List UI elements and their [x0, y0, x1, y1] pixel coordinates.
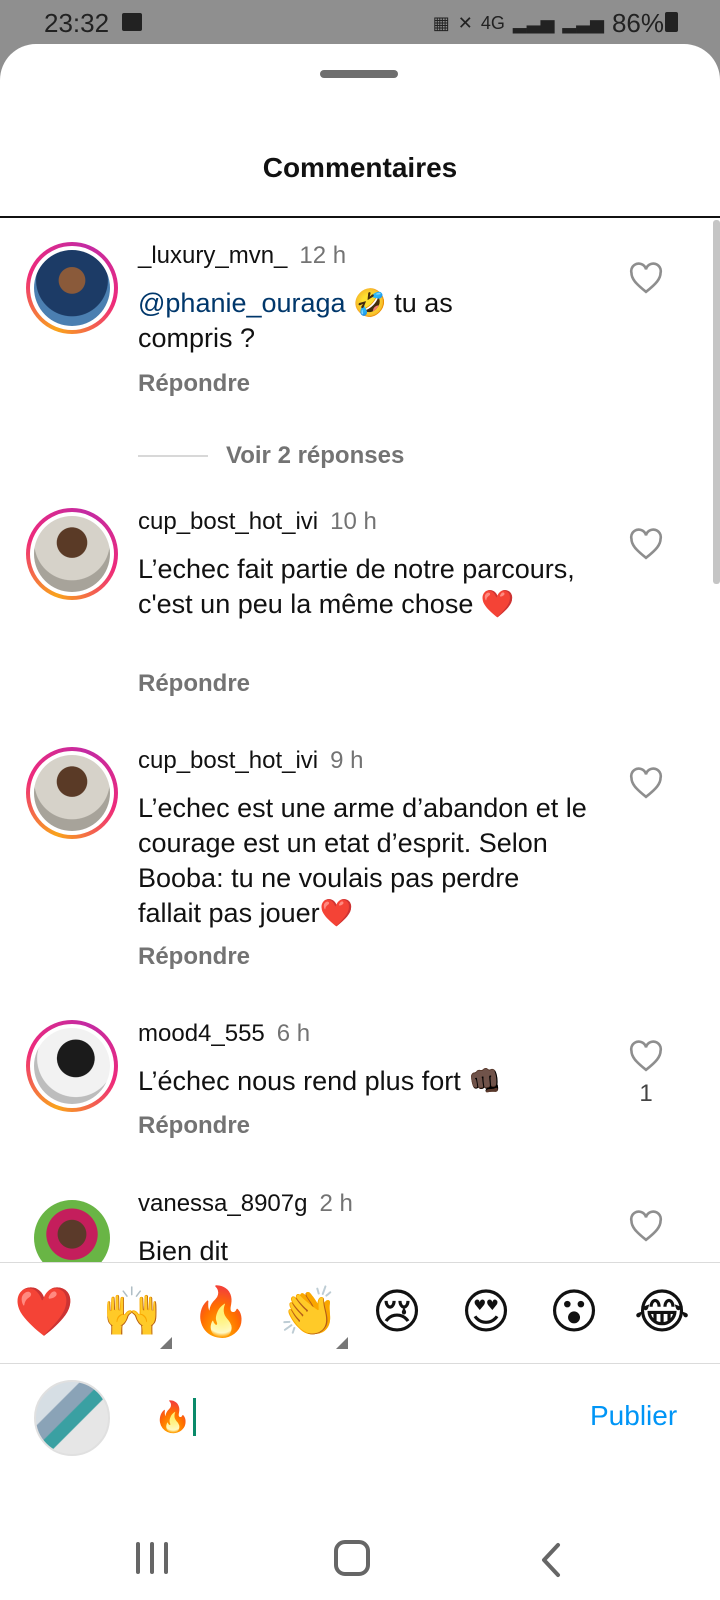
- comment-username[interactable]: mood4_555: [138, 1020, 265, 1047]
- home-icon[interactable]: [334, 1540, 370, 1576]
- comment-composer: 🔥 Publier: [0, 1364, 720, 1480]
- comment-text: L’echec est une arme d’abandon et le cou…: [138, 793, 587, 928]
- emoji-fire-button[interactable]: 🔥: [191, 1285, 251, 1341]
- status-bar: 23:32 ▦ ✕ 4G ▂▃▅ ▂▃▅ 86%: [0, 0, 720, 44]
- emoji-surprised-button[interactable]: 😮: [544, 1285, 604, 1341]
- photo-icon: [122, 13, 142, 31]
- text-caret: [193, 1398, 197, 1436]
- reply-button[interactable]: Répondre: [138, 1112, 250, 1140]
- emoji-clap-button[interactable]: 👏: [279, 1285, 339, 1341]
- emoji-raised-hands-button[interactable]: 🙌: [102, 1285, 162, 1341]
- scrollbar[interactable]: [713, 220, 720, 584]
- emoji-heart-button[interactable]: ❤️: [14, 1285, 74, 1341]
- comment-text: L’échec nous rend plus fort 👊🏿: [138, 1066, 502, 1096]
- drag-handle[interactable]: [320, 70, 398, 78]
- status-indicators: ▦ ✕ 4G ▂▃▅ ▂▃▅ 86%: [433, 8, 664, 39]
- comment-username[interactable]: _luxury_mvn_: [138, 242, 287, 269]
- reply-button[interactable]: Répondre: [138, 670, 250, 698]
- battery-icon: [665, 12, 678, 32]
- network-type: 4G: [480, 13, 505, 33]
- signal-icon: ▂▃▅: [512, 13, 555, 33]
- avatar-image: [34, 250, 110, 326]
- back-icon[interactable]: [538, 1542, 564, 1578]
- avatar[interactable]: [26, 1020, 118, 1112]
- comments-list[interactable]: _luxury_mvn_ 12 h @phanie_ouraga 🤣 tu as …: [0, 218, 720, 1332]
- battery-level: 86%: [611, 8, 664, 38]
- like-count: 1: [639, 1080, 653, 1107]
- comment-text: L’echec fait partie de notre parcours, c…: [138, 554, 575, 619]
- avatar-image: [34, 1028, 110, 1104]
- avatar[interactable]: [26, 508, 118, 600]
- heart-icon[interactable]: [628, 1040, 664, 1072]
- signal-icon: ▂▃▅: [562, 13, 604, 33]
- emoji-laughing-button[interactable]: 😂: [632, 1285, 692, 1341]
- avatar-image: [34, 516, 110, 592]
- heart-icon[interactable]: [628, 1210, 664, 1242]
- comment-text-line2: compris ?: [138, 323, 256, 353]
- avatar[interactable]: [26, 242, 118, 334]
- view-replies-label: Voir 2 réponses: [226, 442, 405, 469]
- publish-button[interactable]: Publier: [590, 1400, 677, 1432]
- reply-button[interactable]: Répondre: [138, 943, 250, 971]
- view-replies-button[interactable]: Voir 2 réponses: [138, 442, 404, 470]
- heart-icon[interactable]: [628, 528, 664, 560]
- skin-tone-corner-icon: [160, 1337, 172, 1349]
- sheet-title: Commentaires: [262, 152, 458, 183]
- comment-time: 9 h: [330, 747, 364, 774]
- skin-tone-corner-icon: [336, 1337, 348, 1349]
- status-time: 23:32: [44, 8, 110, 38]
- emoji-sad-button[interactable]: 😢: [367, 1285, 427, 1341]
- view-replies-line: [138, 455, 208, 457]
- mute-icon: ✕: [457, 13, 473, 33]
- heart-icon[interactable]: [628, 767, 664, 799]
- comment-time: 2 h: [319, 1190, 353, 1217]
- reply-button[interactable]: Répondre: [138, 370, 250, 398]
- comment-input-value: 🔥: [154, 1400, 192, 1434]
- avatar[interactable]: [26, 747, 118, 839]
- comment-username[interactable]: cup_bost_hot_ivi: [138, 508, 318, 535]
- comment-text: @phanie_ouraga 🤣 tu as compris ?: [138, 286, 588, 356]
- comment-username[interactable]: cup_bost_hot_ivi: [138, 747, 318, 774]
- comments-sheet: Commentaires _luxury_mvn_ 12 h @phanie_ou…: [0, 44, 720, 1600]
- comment-time: 12 h: [299, 242, 347, 269]
- user-avatar: [34, 1380, 110, 1456]
- emoji-heart-eyes-button[interactable]: 😍: [456, 1285, 516, 1341]
- comment-time: 10 h: [330, 508, 377, 535]
- comment-username[interactable]: vanessa_8907g: [138, 1190, 307, 1217]
- heart-icon[interactable]: [628, 262, 664, 294]
- avatar-image: [34, 755, 110, 831]
- comment-input[interactable]: 🔥: [154, 1398, 197, 1436]
- system-nav-bar: [0, 1480, 720, 1600]
- nfc-icon: ▦: [432, 13, 450, 33]
- comment-text-rest: 🤣 tu as: [345, 288, 453, 318]
- comment-time: 6 h: [276, 1020, 311, 1047]
- emoji-quick-bar: ❤️ 🙌 🔥 👏 😢 😍 😮 😂: [0, 1262, 720, 1364]
- recents-icon[interactable]: [136, 1542, 170, 1574]
- mention-link[interactable]: @phanie_ouraga: [138, 288, 346, 318]
